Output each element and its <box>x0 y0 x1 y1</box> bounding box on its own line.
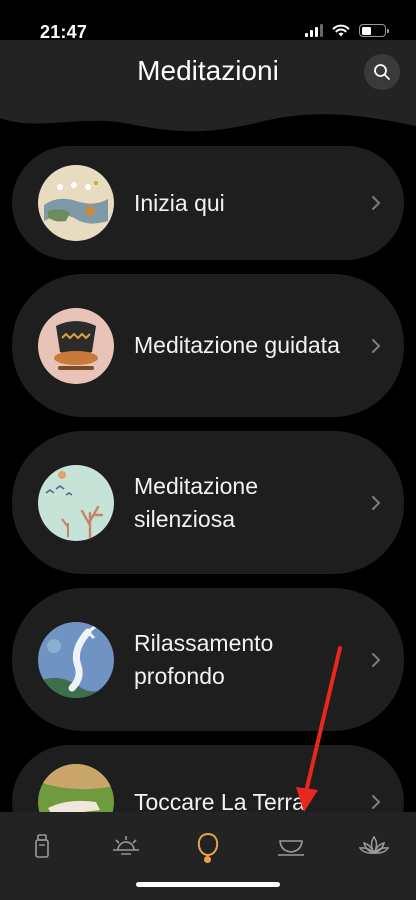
tea-cup-icon <box>278 840 304 856</box>
list-item[interactable]: Rilassamento profondo <box>12 588 404 731</box>
status-icons <box>305 24 389 37</box>
list-item[interactable]: Meditazione silenziosa <box>12 431 404 574</box>
home-indicator <box>136 882 280 887</box>
chevron-right-icon <box>372 795 381 809</box>
search-button[interactable] <box>364 54 400 90</box>
chevron-right-icon <box>372 652 381 667</box>
tab-bottle[interactable] <box>22 826 62 866</box>
header: Meditazioni <box>0 40 416 140</box>
sun-icon <box>113 836 139 855</box>
landscape-illustration <box>38 165 114 241</box>
battery-icon <box>359 24 389 37</box>
list-item-label: Inizia qui <box>134 189 225 216</box>
chevron-right-icon <box>372 196 381 210</box>
bottle-icon <box>35 834 49 858</box>
list-item[interactable]: Meditazione guidata <box>12 274 404 417</box>
list-item[interactable]: Inizia qui <box>12 146 404 260</box>
meditating-figure-illustration <box>38 307 114 384</box>
meditation-list: Inizia qui Meditazione guidata Meditazio… <box>12 146 404 873</box>
list-item-label: Meditazione silenziosa <box>134 472 259 532</box>
tab-lotus[interactable] <box>354 826 394 866</box>
tab-tea[interactable] <box>271 826 311 866</box>
chevron-right-icon <box>372 338 381 353</box>
list-item-label: Rilassamento profondo <box>134 629 274 689</box>
chevron-right-icon <box>372 495 381 510</box>
cellular-signal-icon <box>305 24 323 37</box>
wifi-icon <box>332 24 350 37</box>
list-item-label: Meditazione guidata <box>134 332 340 358</box>
lotus-icon <box>358 835 390 855</box>
birds-coral-illustration <box>38 464 114 541</box>
active-tab-indicator <box>204 856 211 863</box>
tab-sun[interactable] <box>106 826 146 866</box>
koi-fish-illustration <box>38 621 114 698</box>
page-title: Meditazioni <box>137 55 279 86</box>
search-icon <box>374 64 390 80</box>
header-wave <box>0 114 416 140</box>
